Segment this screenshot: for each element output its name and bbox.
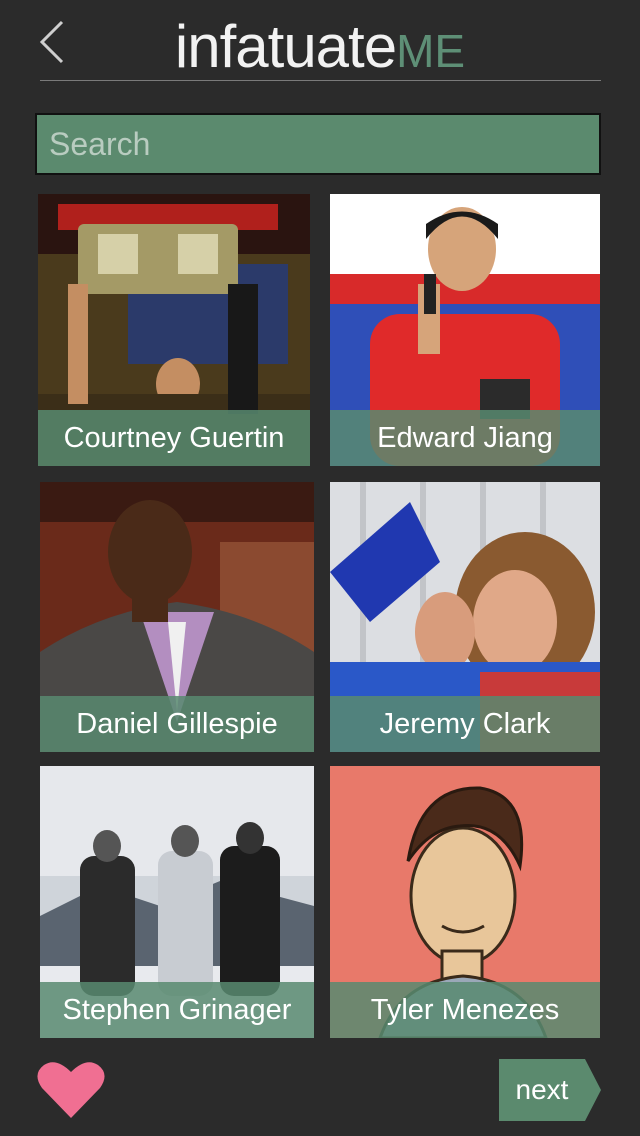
person-name: Daniel Gillespie: [40, 696, 314, 752]
person-card-stephen-grinager[interactable]: Stephen Grinager: [40, 766, 314, 1038]
header-divider: [40, 80, 601, 81]
person-name: Stephen Grinager: [40, 982, 314, 1038]
next-label: next: [515, 1074, 569, 1105]
app-title-accent: ME: [396, 25, 466, 77]
heart-icon[interactable]: [36, 1060, 106, 1120]
person-card-daniel-gillespie[interactable]: Daniel Gillespie: [40, 482, 314, 752]
app-title-main: infatuate: [174, 13, 397, 80]
person-card-edward-jiang[interactable]: Edward Jiang: [330, 194, 600, 466]
person-card-jeremy-clark[interactable]: Jeremy Clark: [330, 482, 600, 752]
person-name: Courtney Guertin: [38, 410, 310, 466]
next-button[interactable]: next: [499, 1059, 601, 1121]
person-name: Edward Jiang: [330, 410, 600, 466]
header: infatuateME: [0, 0, 640, 82]
person-name: Jeremy Clark: [330, 696, 600, 752]
person-name: Tyler Menezes: [330, 982, 600, 1038]
search-input[interactable]: Search: [35, 113, 601, 175]
person-card-courtney-guertin[interactable]: Courtney Guertin: [38, 194, 310, 466]
person-card-tyler-menezes[interactable]: Tyler Menezes: [330, 766, 600, 1038]
app-title: infatuateME: [0, 12, 640, 86]
